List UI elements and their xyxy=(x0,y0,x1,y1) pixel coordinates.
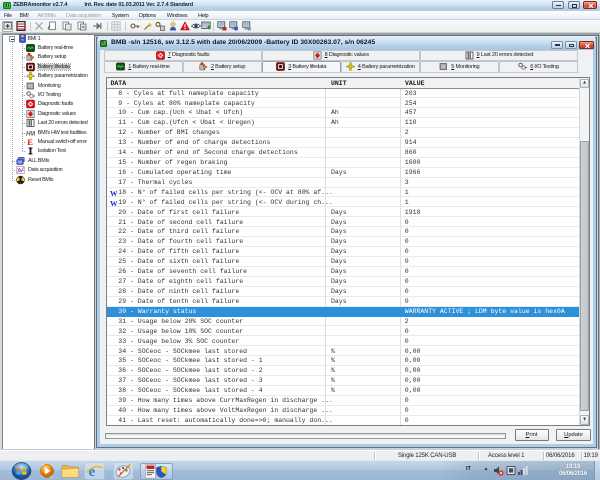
svg-text:E: E xyxy=(27,137,33,146)
svg-text:HW: HW xyxy=(26,130,35,137)
